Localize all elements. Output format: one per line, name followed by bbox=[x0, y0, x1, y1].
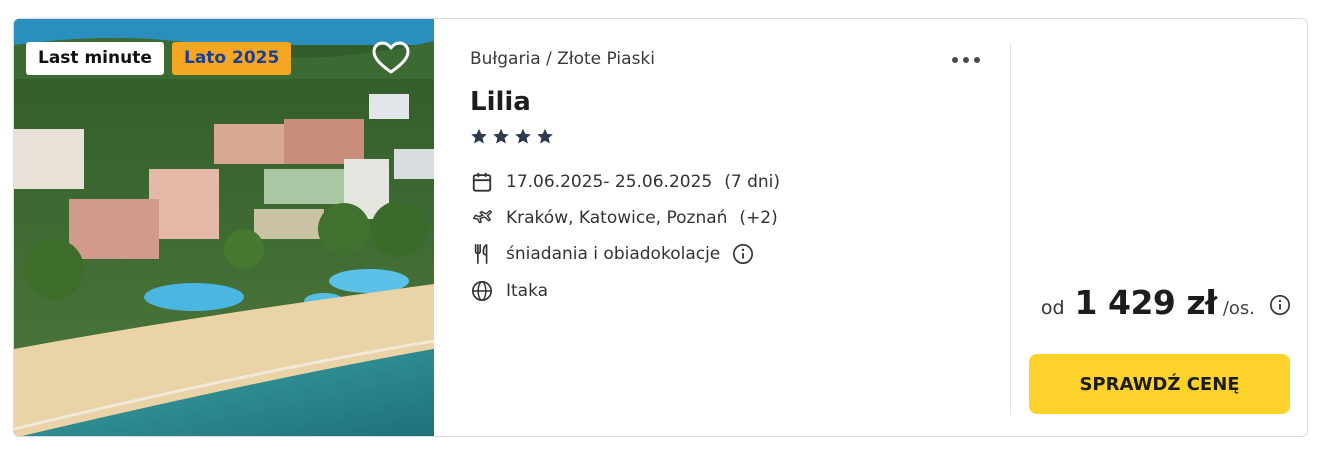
info-icon[interactable] bbox=[1269, 294, 1291, 316]
hotel-photo-image bbox=[14, 19, 434, 436]
calendar-icon bbox=[470, 170, 494, 194]
operator-text: Itaka bbox=[506, 281, 549, 301]
price-line: od 1 429 zł /os. bbox=[1041, 283, 1291, 322]
destination-breadcrumb[interactable]: Bułgaria / Złote Piaski bbox=[470, 49, 655, 69]
favorite-button[interactable] bbox=[372, 41, 410, 75]
offer-info: Bułgaria / Złote Piaski Lilia 17.06.2025… bbox=[470, 19, 1010, 436]
tour-operator: Itaka bbox=[470, 279, 548, 303]
more-dots-icon bbox=[952, 57, 958, 63]
more-options-button[interactable] bbox=[952, 49, 986, 71]
board-type: śniadania i obiadokolacje bbox=[470, 242, 754, 266]
star-icon bbox=[537, 128, 553, 144]
last-minute-badge: Last minute bbox=[26, 42, 164, 75]
divider bbox=[1010, 43, 1011, 415]
heart-icon bbox=[372, 41, 410, 74]
price-panel: od 1 429 zł /os. SPRAWDŹ CENĘ bbox=[1014, 19, 1307, 436]
info-icon[interactable] bbox=[732, 243, 754, 265]
hotel-rating-stars bbox=[470, 128, 554, 145]
star-icon bbox=[515, 128, 531, 144]
cutlery-icon bbox=[470, 242, 494, 266]
plane-icon bbox=[470, 206, 494, 230]
hotel-photo[interactable]: Last minute Lato 2025 bbox=[14, 19, 434, 436]
more-airports-link[interactable]: (+2) bbox=[739, 208, 777, 228]
price-from-label: od bbox=[1040, 297, 1065, 319]
departure-airports: Kraków, Katowice, Poznań (+2) bbox=[470, 206, 778, 230]
star-icon bbox=[471, 128, 487, 144]
check-price-button[interactable]: SPRAWDŹ CENĘ bbox=[1029, 354, 1290, 414]
offer-card[interactable]: Last minute Lato 2025 Bułgaria / Złote P… bbox=[13, 18, 1308, 437]
hotel-name[interactable]: Lilia bbox=[470, 87, 531, 117]
dates-text: 17.06.2025- 25.06.2025 bbox=[506, 172, 713, 192]
star-icon bbox=[493, 128, 509, 144]
price-amount: 1 429 zł bbox=[1074, 283, 1218, 322]
season-badge: Lato 2025 bbox=[172, 42, 292, 75]
price-per-person-label: /os. bbox=[1222, 298, 1255, 319]
airports-text: Kraków, Katowice, Poznań bbox=[506, 208, 728, 228]
globe-icon bbox=[470, 279, 494, 303]
travel-dates: 17.06.2025- 25.06.2025 (7 dni) bbox=[470, 170, 780, 194]
duration-text: (7 dni) bbox=[724, 172, 780, 192]
board-text: śniadania i obiadokolacje bbox=[506, 244, 721, 264]
